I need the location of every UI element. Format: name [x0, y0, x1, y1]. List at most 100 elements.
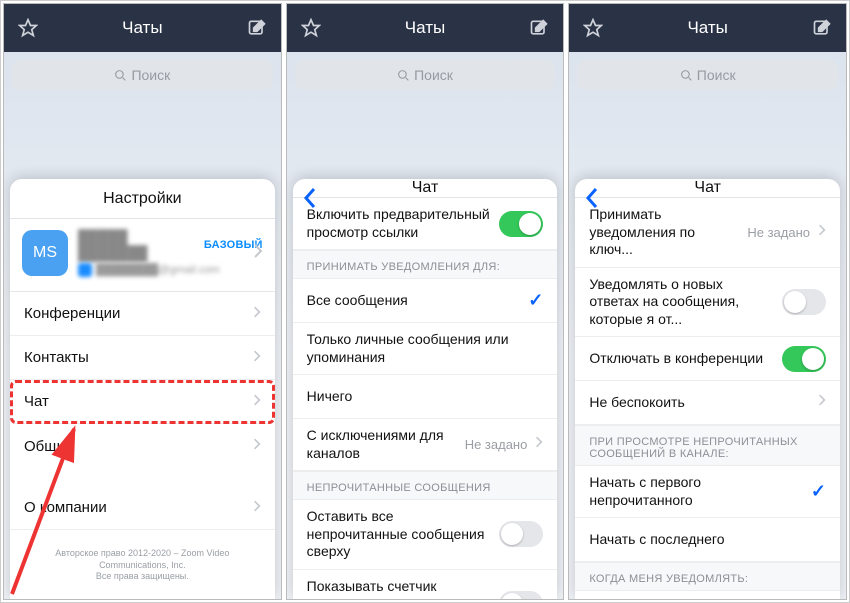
sheet-header: Чат	[293, 179, 558, 198]
navbar: Чаты	[287, 4, 564, 52]
navbar: Чаты	[569, 4, 846, 52]
account-email: ████████@gmail.com	[96, 264, 220, 276]
compose-icon[interactable]	[529, 18, 549, 38]
account-row[interactable]: MS █████ ███████ БАЗОВЫЙ ████████@gmail.…	[10, 219, 275, 292]
copyright-line2: Все права защищены.	[20, 571, 265, 583]
checkmark-icon: ✓	[811, 481, 826, 502]
row-label: Ничего	[307, 388, 544, 406]
nav-title: Чаты	[405, 18, 445, 38]
search-input[interactable]: Поиск	[12, 60, 273, 90]
menu-label: Контакты	[24, 349, 253, 366]
chevron-right-icon	[818, 223, 826, 242]
account-text: █████ ███████ БАЗОВЫЙ ████████@gmail.com	[78, 229, 263, 277]
chevron-right-icon	[253, 305, 261, 323]
toggle-switch[interactable]	[782, 346, 826, 372]
search-placeholder: Поиск	[414, 67, 453, 83]
setting-row[interactable]: Начать с первого непрочитанного ✓	[575, 466, 840, 518]
row-label: Не беспокоить	[589, 394, 810, 412]
phone-3-screen: Чаты Поиск Чат Принимать уведомления по …	[568, 3, 847, 600]
sheet-title: Чат	[412, 179, 439, 197]
row-label: Только личные сообщения или упоминания	[307, 331, 544, 366]
setting-row[interactable]: Принимать уведомления по ключ... Не задан…	[575, 198, 840, 268]
chevron-right-icon	[253, 437, 261, 455]
menu-item-чат[interactable]: Чат	[10, 380, 275, 424]
copyright: Авторское право 2012-2020 – Zoom Video C…	[10, 530, 275, 591]
row-value: Не задано	[747, 225, 810, 240]
copyright-line1: Авторское право 2012-2020 – Zoom Video C…	[20, 548, 265, 571]
star-icon[interactable]	[301, 18, 321, 38]
setting-row[interactable]: Показывать счетчик непрочитанных сообщен…	[293, 570, 558, 600]
section-header: НЕПРОЧИТАННЫЕ СООБЩЕНИЯ	[293, 471, 558, 500]
menu-label: Конференции	[24, 305, 253, 322]
setting-row[interactable]: Отключать в конференции	[575, 337, 840, 381]
row-label: Включить предварительный просмотр ссылки	[307, 206, 492, 241]
menu-item-о компании[interactable]: О компании	[10, 486, 275, 530]
avatar: MS	[22, 230, 68, 276]
zoom-icon	[78, 263, 92, 277]
setting-row[interactable]: Не беспокоить	[575, 381, 840, 425]
setting-row[interactable]: Включить предварительный просмотр ссылки	[293, 198, 558, 250]
row-label: Оставить все непрочитанные сообщения све…	[307, 508, 492, 561]
star-icon[interactable]	[18, 18, 38, 38]
setting-row[interactable]: Все сообщения ✓	[293, 279, 558, 323]
row-label: Начать с последнего	[589, 531, 826, 549]
row-label: Принимать уведомления по ключ...	[589, 206, 739, 259]
star-icon[interactable]	[583, 18, 603, 38]
setting-row[interactable]: Только личные сообщения или упоминания	[293, 323, 558, 375]
search-input[interactable]: Поиск	[577, 60, 838, 90]
sheet-header: Настройки	[10, 179, 275, 219]
section-header: КОГДА МЕНЯ УВЕДОМЛЯТЬ:	[575, 562, 840, 591]
menu-item-общие[interactable]: Общие	[10, 424, 275, 468]
setting-row[interactable]: Оставить все непрочитанные сообщения све…	[293, 500, 558, 570]
setting-row[interactable]: Всегда, даже при моей активности на рабо…	[575, 591, 840, 599]
row-label: Все сообщения	[307, 292, 521, 310]
chat-sheet-1: Чат Включить предварительный просмотр сс…	[293, 179, 558, 599]
chevron-right-icon	[818, 393, 826, 412]
chat-sheet-2: Чат Принимать уведомления по ключ... Не з…	[575, 179, 840, 599]
menu-label: О компании	[24, 499, 253, 516]
navbar: Чаты	[4, 4, 281, 52]
checkmark-icon: ✓	[528, 290, 543, 311]
menu-label: Общие	[24, 438, 253, 455]
chevron-right-icon	[253, 499, 261, 517]
row-value: Не задано	[465, 437, 528, 452]
section-header: ПРИ ПРОСМОТРЕ НЕПРОЧИТАННЫХ СООБЩЕНИЙ В …	[575, 425, 840, 466]
row-label: С исключениями для каналов	[307, 427, 457, 462]
menu-label: Чат	[24, 393, 253, 410]
search-input[interactable]: Поиск	[295, 60, 556, 90]
toggle-switch[interactable]	[499, 211, 543, 237]
section-header: ПРИНИМАТЬ УВЕДОМЛЕНИЯ ДЛЯ:	[293, 250, 558, 279]
chevron-right-icon	[253, 243, 263, 264]
search-placeholder: Поиск	[131, 67, 170, 83]
sheet-title: Чат	[694, 179, 721, 197]
menu-item-контакты[interactable]: Контакты	[10, 336, 275, 380]
nav-title: Чаты	[122, 18, 162, 38]
compose-icon[interactable]	[812, 18, 832, 38]
setting-row[interactable]: Ничего	[293, 375, 558, 419]
toggle-switch[interactable]	[499, 521, 543, 547]
sheet-header: Чат	[575, 179, 840, 198]
search-icon	[114, 69, 127, 82]
search-icon	[397, 69, 410, 82]
toggle-switch[interactable]	[782, 289, 826, 315]
menu-item-конференции[interactable]: Конференции	[10, 292, 275, 336]
phone-2-screen: Чаты Поиск Чат Включить предварительный …	[286, 3, 565, 600]
account-name: █████ ███████	[78, 229, 198, 261]
setting-row[interactable]: Начать с последнего	[575, 518, 840, 562]
chevron-right-icon	[253, 349, 261, 367]
row-label: Начать с первого непрочитанного	[589, 474, 803, 509]
search-placeholder: Поиск	[697, 67, 736, 83]
search-icon	[680, 69, 693, 82]
phone-1-screen: Чаты Поиск Настройки MS █████ ███████ БА…	[3, 3, 282, 600]
toggle-switch[interactable]	[499, 591, 543, 599]
compose-icon[interactable]	[247, 18, 267, 38]
row-label: Уведомлять о новых ответах на сообщения,…	[589, 276, 774, 329]
nav-title: Чаты	[687, 18, 727, 38]
setting-row[interactable]: С исключениями для каналов Не задано	[293, 419, 558, 471]
back-button[interactable]	[585, 187, 599, 214]
sheet-title: Настройки	[103, 190, 181, 208]
setting-row[interactable]: Уведомлять о новых ответах на сообщения,…	[575, 268, 840, 338]
row-label: Показывать счетчик непрочитанных сообщен…	[307, 578, 492, 600]
back-button[interactable]	[303, 187, 317, 214]
chevron-right-icon	[535, 435, 543, 454]
